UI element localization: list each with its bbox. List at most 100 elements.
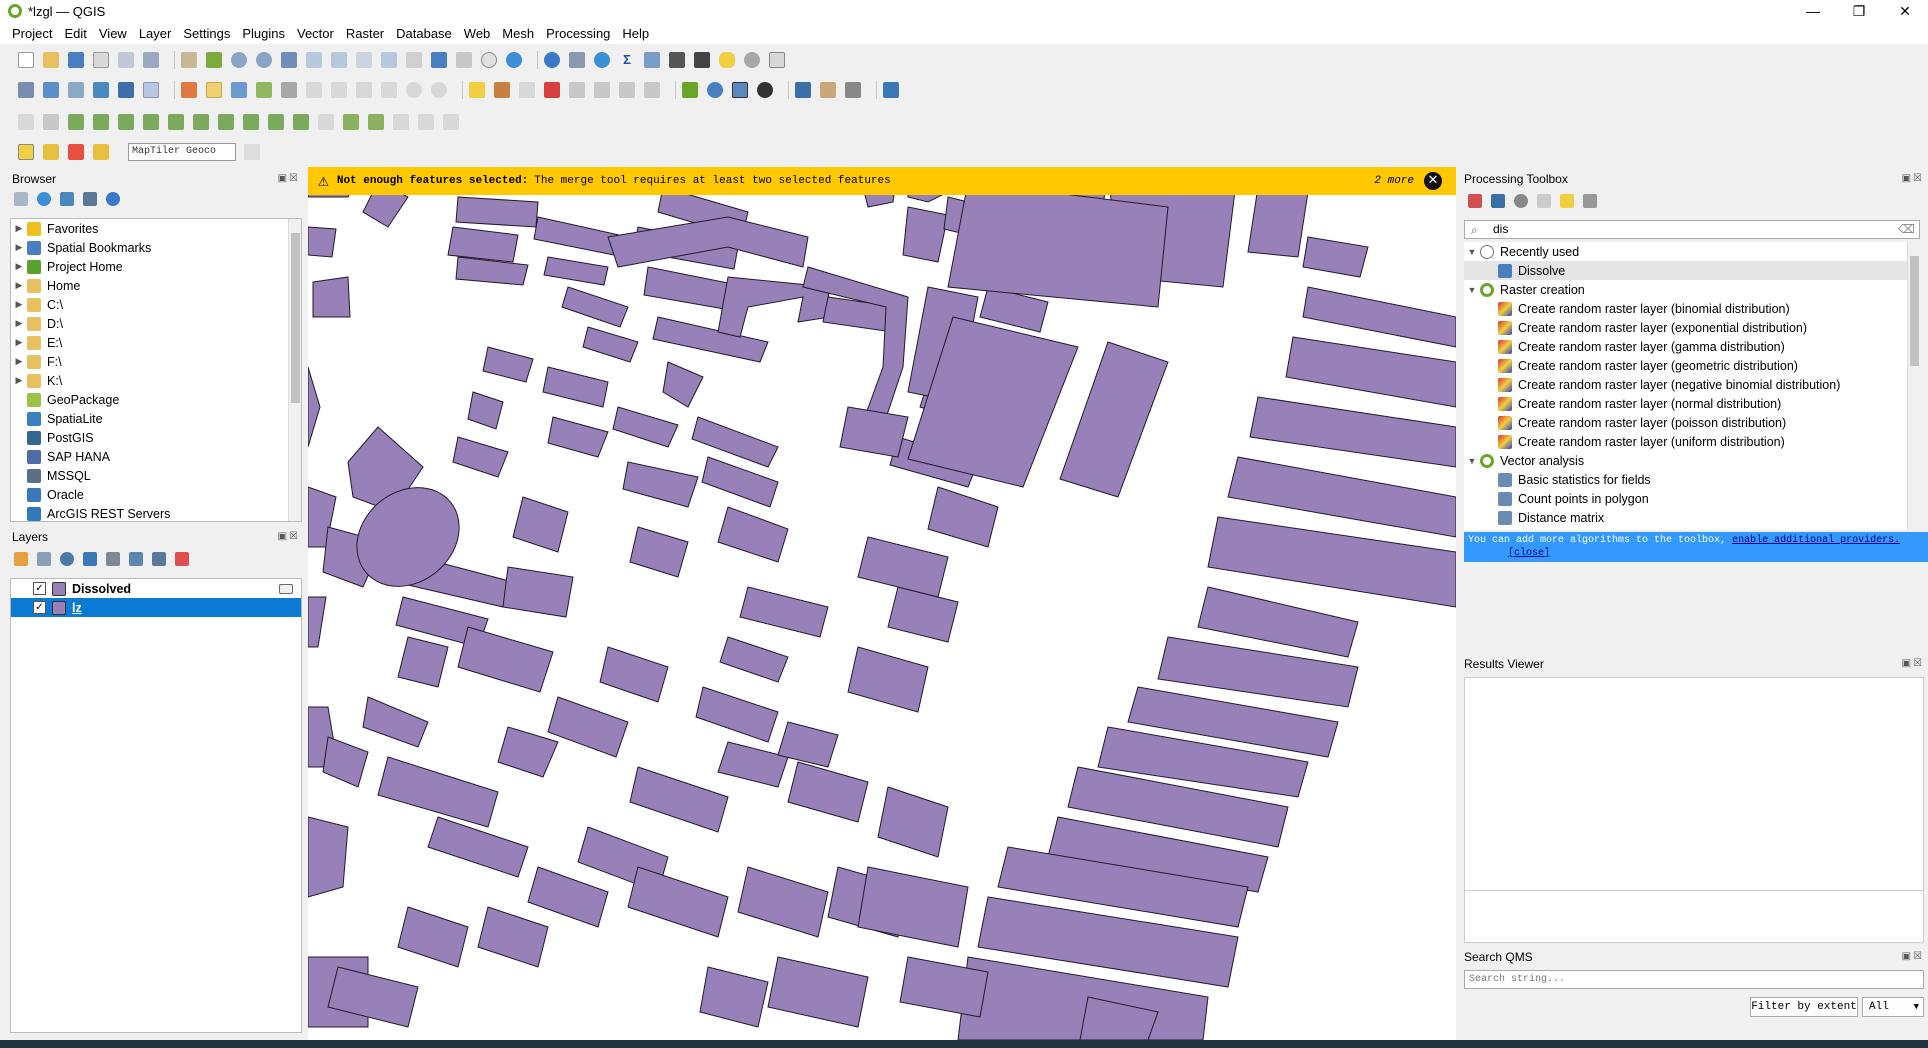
- delete-part-icon[interactable]: [243, 114, 259, 130]
- merge-features-icon[interactable]: [368, 114, 384, 130]
- building-feature[interactable]: [457, 626, 554, 693]
- advanced-digitizing-icon[interactable]: [18, 114, 34, 130]
- building-feature[interactable]: [308, 226, 337, 258]
- geocoder-input[interactable]: MapTiler Geoco: [128, 143, 236, 161]
- open-project-icon[interactable]: [43, 52, 59, 68]
- open-styling-icon[interactable]: [14, 552, 28, 566]
- building-feature[interactable]: [902, 206, 949, 263]
- building-feature[interactable]: [582, 326, 639, 363]
- collapse-arrow-icon[interactable]: ▼: [1464, 247, 1480, 257]
- more-messages-button[interactable]: 2 more: [1374, 175, 1414, 187]
- menu-plugins[interactable]: Plugins: [242, 26, 285, 41]
- map-tool-icon[interactable]: [732, 82, 748, 98]
- panel-controls-icon[interactable]: ▣☒: [1902, 655, 1924, 673]
- filter-browser-icon[interactable]: [60, 192, 74, 206]
- reshape-features-icon[interactable]: [268, 114, 284, 130]
- qms-scope-select[interactable]: All ▼: [1862, 997, 1924, 1017]
- manage-themes-icon[interactable]: [60, 552, 74, 566]
- map-features[interactable]: [308, 167, 1456, 1040]
- building-feature[interactable]: [927, 486, 999, 548]
- building-feature[interactable]: [512, 496, 569, 553]
- save-as-icon[interactable]: [93, 52, 109, 68]
- collapse-arrow-icon[interactable]: ▼: [1464, 285, 1480, 295]
- algorithm-item[interactable]: Create random raster layer (uniform dist…: [1464, 432, 1920, 451]
- simplify-feature-icon[interactable]: [118, 114, 134, 130]
- algorithm-item[interactable]: Distance matrix: [1464, 508, 1920, 527]
- building-feature[interactable]: [543, 256, 609, 286]
- fill-ring-icon[interactable]: [193, 114, 209, 130]
- filter-legend-icon[interactable]: [83, 552, 97, 566]
- building-feature[interactable]: [652, 316, 769, 363]
- label-toolbar-icon[interactable]: [469, 82, 485, 98]
- building-feature[interactable]: [847, 646, 929, 713]
- building-feature[interactable]: [467, 391, 504, 430]
- refresh-icon[interactable]: [506, 52, 522, 68]
- enable-tracing-icon[interactable]: [43, 114, 59, 130]
- measure-line-icon[interactable]: [669, 52, 685, 68]
- building-feature[interactable]: [547, 416, 609, 458]
- move-feature-icon[interactable]: [68, 114, 84, 130]
- expand-all-icon[interactable]: [129, 552, 143, 566]
- browser-scrollbar[interactable]: [288, 219, 301, 521]
- building-feature[interactable]: [629, 766, 729, 833]
- browser-item[interactable]: SAP HANA: [11, 447, 301, 466]
- menu-mesh[interactable]: Mesh: [502, 26, 534, 41]
- building-feature[interactable]: [1285, 336, 1456, 408]
- select-by-value-icon[interactable]: [43, 144, 59, 160]
- paste-features-icon[interactable]: [381, 82, 397, 98]
- select-by-expression-icon[interactable]: [93, 144, 109, 160]
- add-selected-layers-icon[interactable]: [14, 192, 28, 206]
- expand-arrow-icon[interactable]: ▶: [11, 318, 27, 329]
- building-feature[interactable]: [308, 816, 349, 898]
- building-feature[interactable]: [308, 366, 321, 448]
- building-feature[interactable]: [312, 276, 351, 318]
- map-canvas[interactable]: [308, 167, 1456, 1040]
- layer-row-dissolved[interactable]: ✓ Dissolved: [11, 579, 301, 598]
- rotate-feature-icon[interactable]: [93, 114, 109, 130]
- show-hide-labels-icon[interactable]: [519, 82, 535, 98]
- close-hint-link[interactable]: [close]: [1508, 548, 1550, 559]
- processing-toolbox-icon[interactable]: [594, 52, 610, 68]
- expand-arrow-icon[interactable]: ▶: [11, 337, 27, 348]
- close-window-button[interactable]: ✕: [1882, 0, 1928, 22]
- enable-providers-link[interactable]: enable additional providers.: [1732, 535, 1900, 546]
- browser-item[interactable]: ▶ Home: [11, 276, 301, 295]
- rotate-label-icon[interactable]: [594, 82, 610, 98]
- current-edits-icon[interactable]: [181, 82, 197, 98]
- building-feature[interactable]: [739, 586, 829, 638]
- attribute-table-icon[interactable]: [569, 52, 585, 68]
- layer-visibility-checkbox[interactable]: ✓: [33, 582, 46, 595]
- save-edits-icon[interactable]: [231, 82, 247, 98]
- data-source-manager-icon[interactable]: [18, 82, 34, 98]
- building-feature[interactable]: [622, 461, 699, 508]
- statistics-sum-icon[interactable]: Σ: [619, 52, 635, 68]
- offset-point-symbols-icon[interactable]: [443, 114, 459, 130]
- building-feature[interactable]: [1302, 286, 1456, 348]
- building-feature[interactable]: [717, 741, 789, 788]
- expand-arrow-icon[interactable]: ▶: [11, 242, 27, 253]
- filter-by-extent-button[interactable]: Filter by extent: [1750, 997, 1858, 1017]
- layers-list[interactable]: ✓ Dissolved ✓ lz: [10, 578, 302, 1033]
- gps-icon[interactable]: [757, 82, 773, 98]
- open-table-icon[interactable]: [644, 52, 660, 68]
- merge-attributes-icon[interactable]: [393, 114, 409, 130]
- building-feature[interactable]: [599, 646, 669, 703]
- layer-row-lz[interactable]: ✓ lz: [11, 598, 301, 617]
- building-feature[interactable]: [877, 786, 949, 858]
- algorithm-group[interactable]: ▼ Recently used: [1464, 242, 1920, 261]
- browser-item[interactable]: GeoPackage: [11, 390, 301, 409]
- browser-item[interactable]: ▶ Favorites: [11, 219, 301, 238]
- zoom-native-icon[interactable]: [356, 52, 372, 68]
- collapse-arrow-icon[interactable]: ▼: [1464, 456, 1480, 466]
- building-feature[interactable]: [527, 866, 609, 928]
- copy-features-icon[interactable]: [356, 82, 372, 98]
- vertex-tool-icon[interactable]: [281, 82, 297, 98]
- building-feature[interactable]: [497, 726, 559, 778]
- zoom-next-icon[interactable]: [406, 52, 422, 68]
- building-feature[interactable]: [502, 566, 574, 618]
- panel-controls-icon[interactable]: ▣☒: [1902, 170, 1924, 188]
- browser-item[interactable]: ▶ Spatial Bookmarks: [11, 238, 301, 257]
- building-feature[interactable]: [787, 761, 869, 823]
- split-parts-icon[interactable]: [343, 114, 359, 130]
- building-feature[interactable]: [542, 366, 609, 408]
